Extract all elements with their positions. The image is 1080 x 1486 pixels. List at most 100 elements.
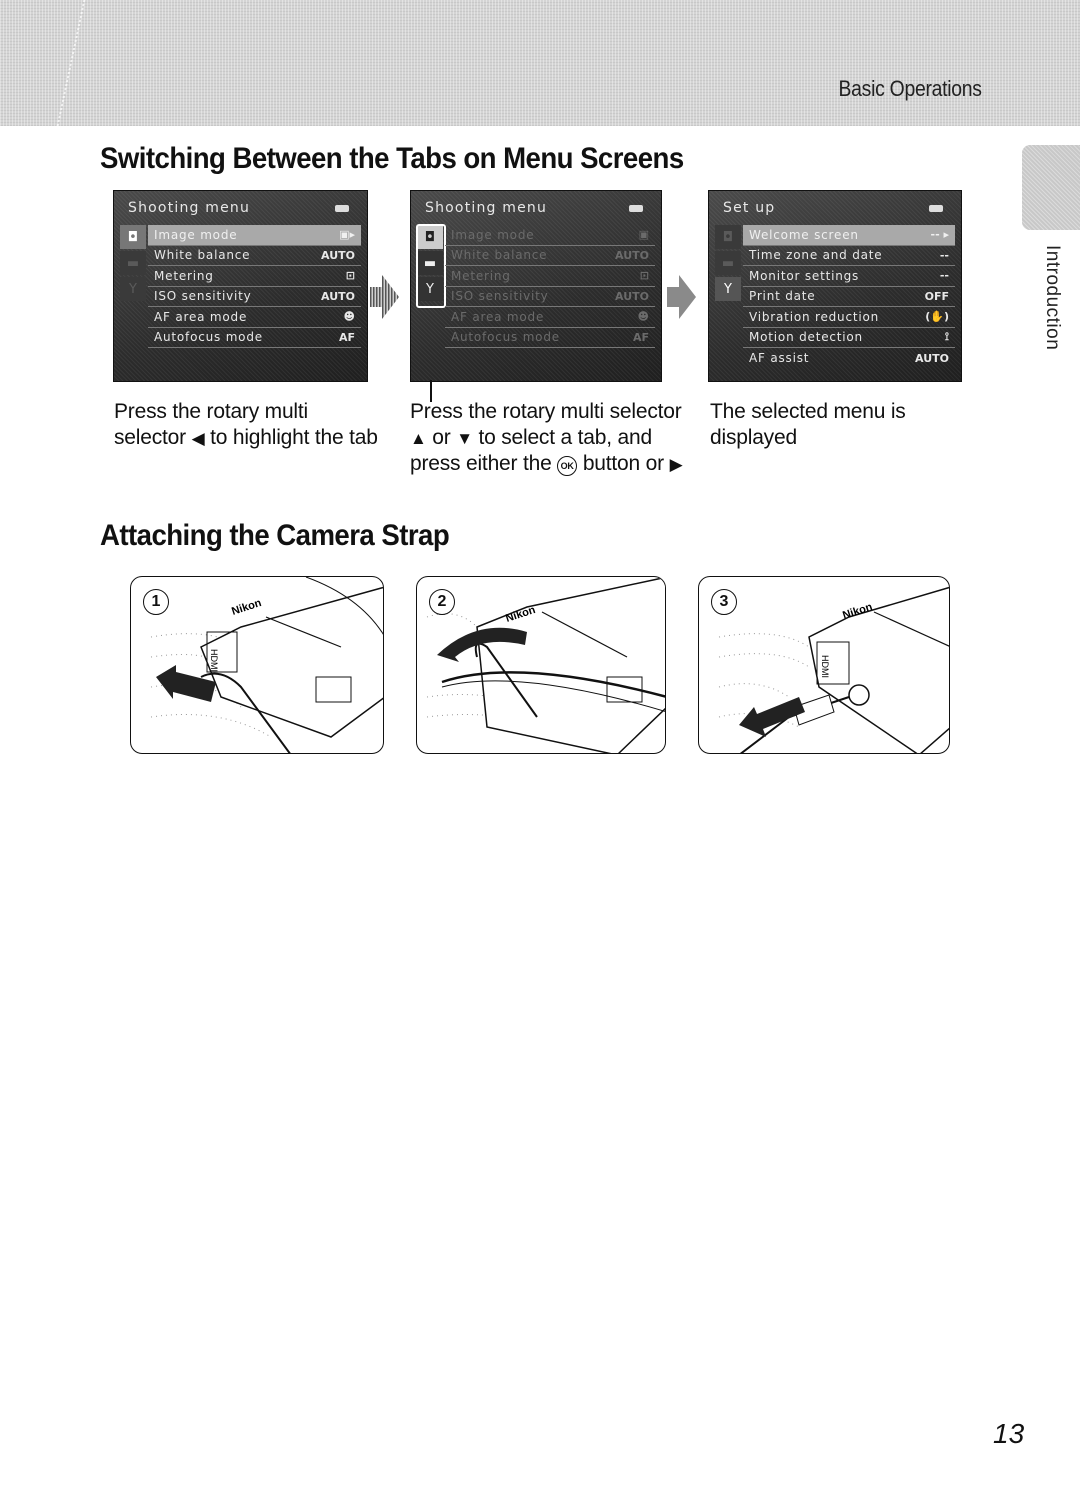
side-tab-label: Introduction [1042, 245, 1063, 351]
camera-icon: ◘ [120, 225, 146, 249]
menu-row-value: (✋) [925, 310, 949, 324]
menu-row-label: ISO sensitivity [154, 289, 252, 304]
menu-row: Image mode ▣▸ [148, 225, 361, 246]
menu-row-value: -- [939, 269, 949, 283]
menu-row-value: ⊡ [345, 269, 355, 283]
menu-row-value: AF [338, 330, 355, 344]
header-band [0, 0, 1080, 126]
caption-step-1: Press the rotary multi selector ◀ to hig… [114, 399, 384, 451]
menu-row-label: Metering [154, 268, 214, 283]
menu-row: AF area mode ☻ [445, 307, 655, 328]
screen-title: Shooting menu [128, 200, 251, 216]
menu-row: White balance AUTO [148, 246, 361, 266]
header-decoration [56, 0, 146, 126]
menu-row-label: Print date [749, 289, 816, 304]
movie-icon: ▬ [715, 251, 741, 275]
battery-icon [629, 205, 643, 212]
menu-row-value: OFF [924, 289, 949, 303]
menu-row-value: AUTO [915, 351, 949, 365]
menu-row-value: -- ▸ [930, 228, 949, 242]
section-title-switching-tabs: Switching Between the Tabs on Menu Scree… [100, 142, 684, 175]
camera-icon: ◘ [715, 225, 741, 249]
menu-row-value: ▣▸ [339, 228, 355, 242]
menu-screen-setup: Set up ◘ ▬ Y Welcome screen -- ▸ Time zon… [708, 190, 962, 382]
menu-row-label: ISO sensitivity [451, 289, 549, 304]
caption-text: Press the rotary multi selector [410, 400, 682, 423]
left-arrow-icon: ◀ [191, 428, 205, 448]
caption-step-3: The selected menu is displayed [710, 400, 906, 449]
menu-row-value: -- [939, 248, 949, 262]
ok-button-icon: OK [557, 456, 578, 476]
menu-row-value: ⟟ [944, 330, 949, 344]
caption-text: to highlight the tab [204, 425, 378, 449]
menu-row-value: AF [632, 330, 649, 344]
strap-illustration-step-3: Nikon HDMI 3 [698, 576, 950, 754]
arrow-right-icon [370, 275, 399, 319]
menu-row: Image mode ▣ [445, 225, 655, 246]
side-tab-marker [1022, 145, 1080, 230]
menu-row-value: AUTO [615, 248, 649, 262]
menu-row: Motion detection ⟟ [743, 328, 955, 348]
menu-screen-tab-highlighted: Shooting menu ◘ ▬ Y Image mode ▣ White ba… [410, 190, 662, 382]
port-label: HDMI [209, 649, 219, 672]
step-number-badge: 3 [711, 589, 737, 615]
menu-tabs: ◘ ▬ Y [715, 225, 741, 375]
menu-row-label: Welcome screen [749, 227, 859, 242]
menu-row-value: AUTO [321, 248, 355, 262]
menu-row: Monitor settings -- [743, 266, 955, 287]
menu-row-value: AUTO [321, 289, 355, 303]
menu-row-label: Time zone and date [749, 248, 883, 263]
menu-row: White balance AUTO [445, 246, 655, 266]
menu-row-value: AUTO [615, 289, 649, 303]
menu-row-label: Vibration reduction [749, 309, 880, 324]
tabs-highlight-outline [416, 224, 446, 308]
section-label: Basic Operations [838, 76, 982, 101]
up-arrow-icon: ▲ [410, 428, 427, 448]
menu-row: Autofocus mode AF [445, 328, 655, 348]
menu-row-value: ▣ [638, 228, 649, 242]
wrench-icon: Y [120, 277, 146, 301]
menu-row-label: AF assist [749, 351, 810, 366]
menu-row-label: Image mode [154, 227, 238, 242]
menu-row: Time zone and date -- [743, 246, 955, 266]
wrench-icon: Y [715, 277, 741, 301]
menu-row: ISO sensitivity AUTO [148, 287, 361, 307]
page-number: 13 [993, 1418, 1025, 1449]
caption-text: button or [577, 452, 670, 475]
port-label: HDMI [820, 655, 830, 678]
camera-strap-drawing: Nikon HDMI [150, 577, 383, 753]
menu-row-label: Autofocus mode [451, 330, 560, 345]
arrow-right-icon [667, 275, 696, 319]
battery-icon [335, 205, 349, 212]
menu-row-label: Monitor settings [749, 268, 860, 283]
menu-row: AF assist AUTO [743, 348, 955, 369]
menu-row-label: Image mode [451, 227, 535, 242]
section-title-camera-strap: Attaching the Camera Strap [100, 519, 450, 552]
menu-row-label: Motion detection [749, 330, 863, 345]
menu-row: Vibration reduction (✋) [743, 307, 955, 328]
menu-tabs: ◘ ▬ Y [120, 225, 146, 375]
menu-row: Metering ⊡ [148, 266, 361, 287]
menu-row: Metering ⊡ [445, 266, 655, 287]
menu-row-label: White balance [154, 248, 251, 263]
step-number-badge: 2 [429, 589, 455, 615]
down-arrow-icon: ▼ [456, 428, 473, 448]
menu-row-label: Metering [451, 268, 511, 283]
caption-text: or [426, 425, 457, 449]
menu-row: Print date OFF [743, 287, 955, 307]
menu-row: AF area mode ☻ [148, 307, 361, 328]
movie-icon: ▬ [120, 251, 146, 275]
screen-title: Set up [723, 200, 776, 216]
menu-row-label: Autofocus mode [154, 330, 263, 345]
menu-screen-shooting: Shooting menu ◘ ▬ Y Image mode ▣▸ White b… [113, 190, 368, 382]
menu-row-value: ⊡ [639, 269, 649, 283]
right-arrow-icon: ▶ [669, 455, 683, 474]
menu-row-label: White balance [451, 248, 548, 263]
menu-row-value: ☻ [637, 310, 649, 324]
menu-row: Autofocus mode AF [148, 328, 361, 348]
screen-title: Shooting menu [425, 200, 548, 216]
menu-row-value: ☻ [343, 310, 355, 324]
strap-illustration-step-1: Nikon HDMI 1 [130, 576, 384, 754]
menu-row: Welcome screen -- ▸ [743, 225, 955, 246]
menu-row: ISO sensitivity AUTO [445, 287, 655, 307]
